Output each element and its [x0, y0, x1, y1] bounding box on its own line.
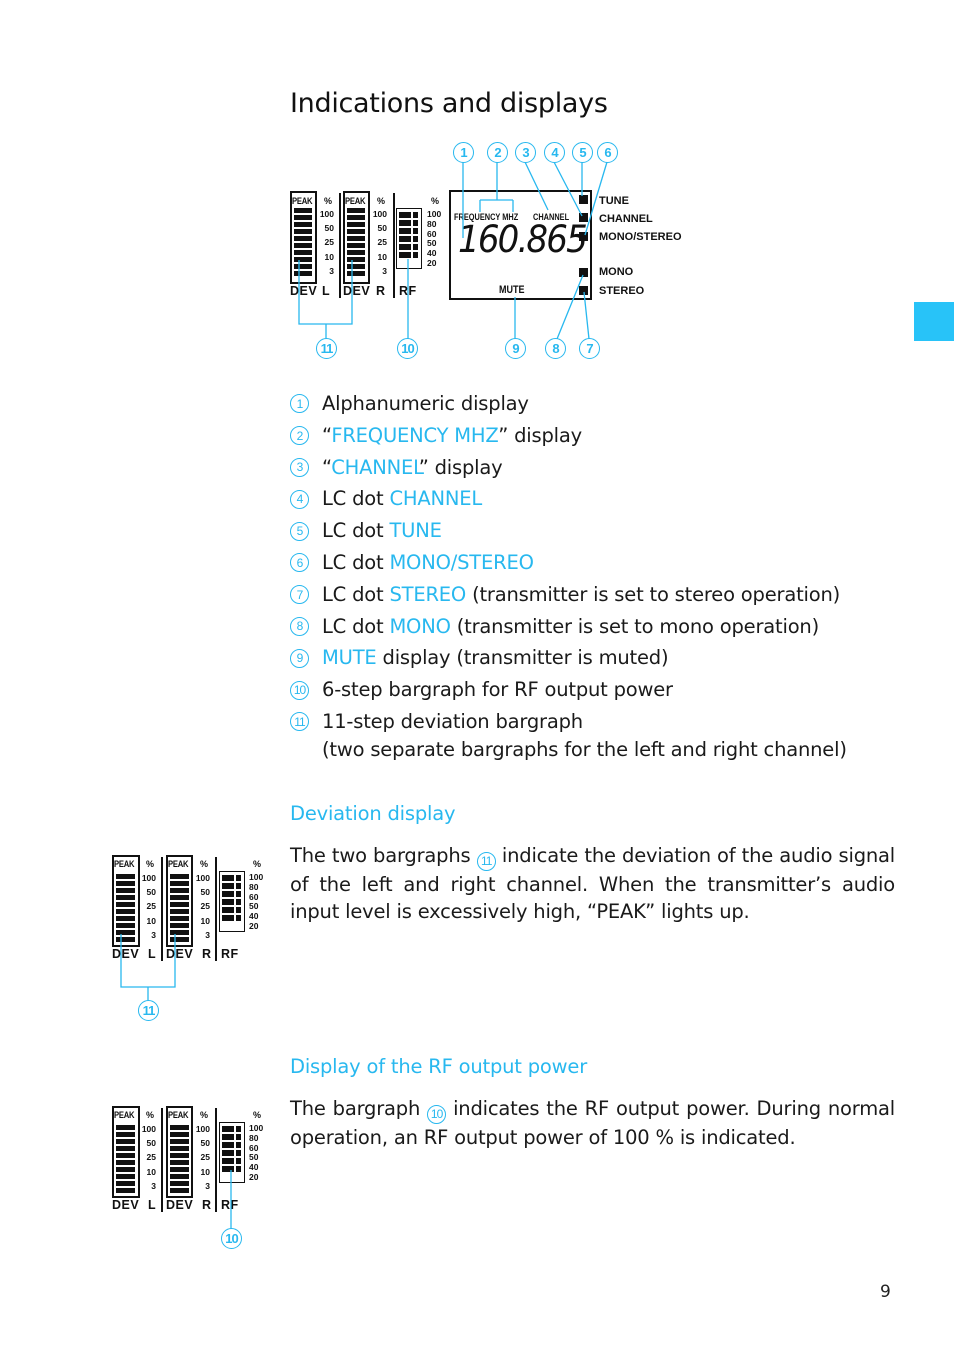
deviation-paragraph: The two bargraphs 11 indicate the deviat…	[290, 844, 896, 923]
legend-item: 3 “CHANNEL” display	[290, 452, 847, 484]
legend-item: 9 MUTE display (transmitter is muted)	[290, 642, 847, 674]
legend-item: 6 LC dot MONO/STEREO	[290, 547, 847, 579]
callout-11: 11	[316, 338, 337, 359]
page-number: 9	[880, 1282, 891, 1302]
callout-8: 8	[545, 338, 566, 359]
callout-lines	[230, 1170, 232, 1229]
legend-item: 8 LC dot MONO (transmitter is set to mon…	[290, 611, 847, 643]
callout-2: 2	[487, 142, 508, 163]
legend-item: 7 LC dot STEREO (transmitter is set to s…	[290, 579, 847, 611]
callout-10: 10	[221, 1228, 242, 1249]
rf-heading: Display of the RF output power	[290, 1055, 588, 1078]
callout-11-inline: 11	[476, 851, 496, 871]
callout-10: 10	[397, 338, 418, 359]
legend-item: 4 LC dot CHANNEL	[290, 483, 847, 515]
callout-10-inline: 10	[427, 1104, 447, 1124]
legend-item: 1 Alphanumeric display	[290, 388, 847, 420]
callout-1: 1	[453, 142, 474, 163]
callout-4: 4	[544, 142, 565, 163]
callout-3: 3	[515, 142, 536, 163]
legend-item: 5 LC dot TUNE	[290, 515, 847, 547]
legend-item: 11 11-step deviation bargraph (two separa…	[290, 706, 847, 766]
deviation-heading: Deviation display	[290, 802, 456, 825]
legend-item: 10 6-step bargraph for RF output power	[290, 674, 847, 706]
legend-item: 2 “FREQUENCY MHZ” display	[290, 420, 847, 452]
callout-6: 6	[597, 142, 618, 163]
rf-paragraph: The bargraph 10 indicates the RF output …	[290, 1097, 895, 1149]
callout-9: 9	[505, 338, 526, 359]
callout-7: 7	[579, 338, 600, 359]
legend-list: 1 Alphanumeric display 2 “FREQUENCY MHZ”…	[290, 388, 847, 766]
rf-power-diagram: PEAK % 100 50 25 10 3 DEV L PEAK % 100 50 25 10…	[0, 0, 300, 1352]
callout-5: 5	[572, 142, 593, 163]
